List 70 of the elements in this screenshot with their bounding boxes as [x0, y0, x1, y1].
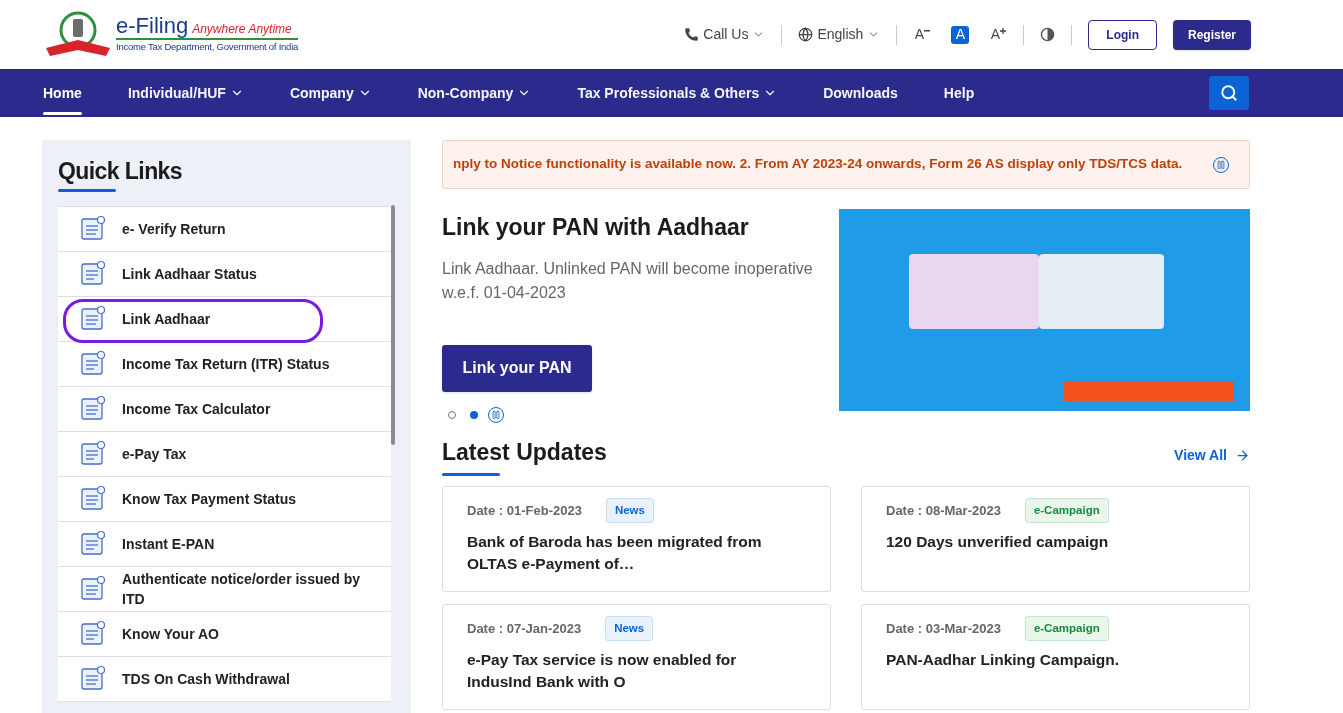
quick-link-item[interactable]: Income Tax Return (ITR) Status — [58, 341, 391, 387]
plus-icon — [1000, 27, 1006, 34]
latest-updates-heading: Latest Updates — [442, 437, 607, 467]
quick-link-item[interactable]: Know Tax Payment Status — [58, 476, 391, 522]
quick-link-item[interactable]: Link Aadhaar Status — [58, 251, 391, 297]
update-card[interactable]: Date : 01-Feb-2023 News Bank of Baroda has been migrated from OLTAS e-Payment of… — [442, 486, 831, 592]
document-icon — [78, 619, 106, 648]
login-button[interactable]: Login — [1088, 19, 1157, 50]
register-button[interactable]: Register — [1172, 19, 1251, 50]
hero-text: Link Aadhaar. Unlinked PAN will become inoperative w.e.f. 01-04-2023 — [442, 258, 814, 303]
nav-tab[interactable]: Help — [943, 69, 975, 117]
update-text: Bank of Baroda has been migrated from OLTAS e-Payment of… — [467, 532, 763, 575]
nav-tab[interactable]: Individual/HUF — [127, 69, 244, 117]
site-subtitle: Income Tax Department, Government of India — [116, 39, 299, 54]
quick-link-item[interactable]: Instant E-PAN — [58, 521, 391, 567]
update-card[interactable]: Date : 07-Jan-2023 News e-Pay Tax service is now enabled for IndusInd Bank with O — [442, 604, 831, 710]
quick-link-item[interactable]: Authenticate notice/order issued by ITD — [58, 566, 391, 612]
document-icon — [78, 484, 106, 513]
document-icon — [78, 574, 106, 603]
update-date: Date : 08-Mar-2023 — [886, 501, 1001, 520]
update-text: 120 Days unverified campaign — [886, 532, 1110, 553]
nav-tab[interactable]: Non-Company — [417, 69, 532, 117]
quick-links-heading: Quick Links — [58, 157, 183, 186]
quick-link-item[interactable]: e-Pay Tax — [58, 431, 391, 477]
document-icon — [78, 394, 106, 423]
phone-icon — [684, 27, 700, 42]
document-icon — [78, 529, 106, 558]
view-all-link[interactable]: View All — [1174, 445, 1250, 466]
quick-link-item[interactable]: Know Your AO — [58, 611, 391, 657]
font-size-button[interactable]: A — [989, 25, 1008, 44]
quick-link-item[interactable]: Link Aadhaar — [58, 296, 391, 342]
font-size-button[interactable]: A — [951, 25, 970, 44]
ticker-text: nply to Notice functionality is available now. 2. From AY 2023-24 onwards, Form 26 AS display only TDS/TCS data. — [453, 155, 1183, 174]
hero-title: Link your PAN with Aadhaar — [442, 213, 750, 242]
update-card[interactable]: Date : 03-Mar-2023 e-Campaign PAN-Aadhar Linking Campaign. — [861, 604, 1250, 710]
nav-tab[interactable]: Tax Professionals & Others — [577, 69, 778, 117]
globe-icon — [798, 27, 814, 42]
document-icon — [78, 664, 106, 693]
site-tagline: Anywhere Anytime — [192, 22, 292, 35]
contrast-icon[interactable] — [1040, 27, 1056, 42]
document-icon — [78, 214, 106, 243]
document-icon — [78, 349, 106, 378]
update-date: Date : 07-Jan-2023 — [467, 619, 582, 638]
language-dropdown[interactable]: English — [798, 24, 881, 45]
font-size-button[interactable]: A — [913, 25, 932, 44]
document-icon — [78, 259, 106, 288]
arrow-right-icon — [1235, 448, 1250, 463]
nav-tab[interactable]: Downloads — [823, 69, 898, 117]
search-icon — [1220, 84, 1238, 102]
document-icon — [78, 304, 106, 333]
quick-link-item[interactable]: e- Verify Return — [58, 206, 391, 252]
document-icon — [78, 439, 106, 468]
update-date: Date : 03-Mar-2023 — [886, 619, 1001, 638]
update-tag: News — [605, 616, 654, 642]
update-text: e-Pay Tax service is now enabled for IndusInd Bank with O — [467, 650, 738, 693]
call-us-dropdown[interactable]: Call Us — [684, 24, 766, 45]
nav-tab[interactable]: Home — [43, 69, 82, 117]
update-text: PAN-Aadhar Linking Campaign. — [886, 650, 1121, 671]
update-tag: e-Campaign — [1024, 616, 1109, 642]
quick-link-item[interactable]: TDS On Cash Withdrawal — [58, 656, 391, 702]
quick-link-item[interactable]: Income Tax Calculator — [58, 386, 391, 432]
minus-icon — [924, 29, 930, 32]
search-button[interactable] — [1209, 76, 1249, 110]
update-card[interactable]: Date : 08-Mar-2023 e-Campaign 120 Days unverified campaign — [861, 486, 1250, 592]
update-tag: e-Campaign — [1024, 498, 1109, 524]
link-pan-button[interactable]: Link your PAN — [442, 344, 592, 392]
update-tag: News — [605, 498, 654, 524]
site-title: e-Filing — [116, 14, 189, 37]
nav-tab[interactable]: Company — [289, 69, 372, 117]
update-date: Date : 01-Feb-2023 — [467, 501, 582, 520]
